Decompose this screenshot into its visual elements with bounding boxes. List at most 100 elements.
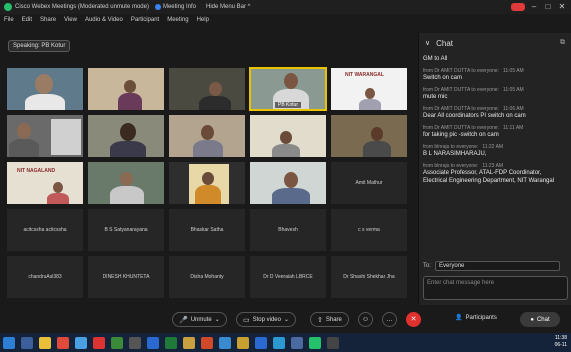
participant-tile[interactable]: B S Satyanarayana (87, 208, 165, 252)
recipient-row: To: Everyone (423, 261, 561, 271)
participant-name: Dr D Veeraiah LBRCE (263, 274, 313, 280)
title-bar: Cisco Webex Meetings (Moderated unmute m… (0, 0, 571, 14)
video-tile[interactable] (168, 67, 246, 111)
video-tile[interactable]: NIT NAGALAND (6, 161, 84, 205)
message-text: Dear All coordinators PI switch on cam (423, 113, 526, 119)
skype-icon[interactable] (273, 336, 285, 349)
hide-menu-bar-button[interactable]: Hide Menu Bar ^ (206, 4, 251, 10)
taskbar-app-icon[interactable] (21, 336, 33, 349)
participants-button[interactable]: 👤 Participants (455, 314, 497, 322)
taskbar-app-icon[interactable] (129, 336, 141, 349)
popout-icon[interactable]: ⧉ (560, 39, 565, 47)
chat-message: from Dr AMIT DUTTA to everyone: 11:05 AM … (423, 68, 568, 82)
menu-help[interactable]: Help (197, 17, 209, 23)
message-text: Switch on cam (423, 75, 463, 81)
taskbar-app-icon[interactable] (237, 336, 249, 349)
nit-nagaland-sign: NIT NAGALAND (17, 168, 56, 174)
webex-logo-icon (4, 3, 12, 11)
menu-file[interactable]: File (4, 17, 14, 23)
recipient-select[interactable]: Everyone (435, 261, 561, 271)
taskbar-app-icon[interactable] (291, 336, 303, 349)
participant-name: Bhavesh (278, 227, 298, 233)
stop-video-button[interactable]: ▭ Stop video ⌄ (236, 312, 297, 327)
participant-name: Dr Shashi Shekhar Jha (343, 274, 395, 280)
chat-title: Chat (436, 38, 454, 48)
microphone-muted-icon: 🎤 (179, 316, 188, 324)
participant-tile[interactable]: Dr D Veeraiah LBRCE (249, 255, 327, 299)
acrobat-icon[interactable] (93, 336, 105, 349)
taskbar-app-icon[interactable] (327, 336, 339, 349)
reactions-icon[interactable]: ☺ (358, 312, 373, 327)
chrome-icon[interactable] (57, 336, 69, 349)
participant-tile[interactable]: c s verma (330, 208, 408, 252)
menu-meeting[interactable]: Meeting (167, 17, 188, 23)
video-tile[interactable] (87, 161, 165, 205)
share-button[interactable]: ⇧ Share (310, 312, 349, 327)
menu-view[interactable]: View (64, 17, 77, 23)
video-tile[interactable]: NIT WARANGAL (330, 67, 408, 111)
taskbar-app-icon[interactable] (111, 336, 123, 349)
chevron-down-icon: ⌄ (283, 317, 290, 323)
menu-audio-video[interactable]: Audio & Video (85, 17, 123, 23)
video-tile[interactable] (6, 114, 84, 158)
recording-indicator-icon (511, 2, 525, 11)
menu-edit[interactable]: Edit (22, 17, 32, 23)
meeting-info-button[interactable]: Meeting Info (154, 4, 196, 10)
video-tile[interactable] (249, 161, 327, 205)
video-tile[interactable] (249, 114, 327, 158)
participant-tile[interactable]: DINESH KHUNTETA (87, 255, 165, 299)
start-icon[interactable] (3, 336, 15, 349)
participant-name: chandruAsl383 (28, 274, 62, 280)
participant-tile[interactable]: Disha Mohanty (168, 255, 246, 299)
chat-message-input[interactable]: Enter chat message here (423, 276, 568, 300)
video-tile[interactable] (87, 114, 165, 158)
participant-tile[interactable]: Bhaskar Satha (168, 208, 246, 252)
video-tile[interactable] (168, 114, 246, 158)
end-meeting-icon[interactable]: ✕ (406, 312, 421, 327)
maximize-icon[interactable]: □ (543, 2, 553, 11)
participant-tile[interactable]: Dr Shashi Shekhar Jha (330, 255, 408, 299)
menu-share[interactable]: Share (40, 17, 56, 23)
participants-icon: 👤 (455, 315, 463, 321)
video-tile-active-speaker[interactable]: PB Kotur (249, 67, 327, 111)
participant-name: acitcssha acitcssha (23, 227, 67, 233)
participant-tile[interactable]: acitcssha acitcssha (6, 208, 84, 252)
word-icon[interactable] (147, 336, 159, 349)
taskbar-app-icon[interactable] (75, 336, 87, 349)
menu-participant[interactable]: Participant (131, 17, 159, 23)
webex-taskbar-icon[interactable] (309, 336, 321, 349)
edge-icon[interactable] (255, 336, 267, 349)
chat-message: GM to All (423, 55, 568, 63)
chat-header: ∨ Chat ⧉ (419, 33, 571, 53)
speaking-indicator: Speaking: PB Kotur (8, 40, 71, 52)
video-tile[interactable] (168, 161, 246, 205)
taskbar-app-icon[interactable] (219, 336, 231, 349)
unmute-button[interactable]: 🎤 Unmute ⌄ (172, 312, 227, 327)
nit-warangal-sign: NIT WARANGAL (345, 72, 384, 78)
message-text: B L NARASIMHARAJU, (423, 151, 487, 157)
video-tile[interactable] (87, 67, 165, 111)
to-label: To: (423, 263, 432, 269)
collapse-chevron-icon[interactable]: ∨ (425, 39, 430, 47)
participant-tile[interactable]: Bhavesh (249, 208, 327, 252)
taskbar-app-icon[interactable] (183, 336, 195, 349)
chat-bubble-icon: ● (530, 316, 534, 323)
chat-button[interactable]: ● Chat (520, 312, 560, 327)
close-icon[interactable]: ✕ (557, 2, 567, 11)
chat-messages: GM to All from Dr AMIT DUTTA to everyone… (419, 55, 571, 255)
participant-name-label: PB Kotur (274, 102, 302, 108)
chat-message: from Dr AMIT DUTTA to everyone: 11:11 AM … (423, 125, 568, 139)
participant-name: DINESH KHUNTETA (102, 274, 150, 280)
video-tile[interactable] (330, 114, 408, 158)
video-tile[interactable] (6, 67, 84, 111)
minimize-icon[interactable]: – (529, 2, 539, 11)
participant-tile[interactable]: Amit Mathur (330, 161, 408, 205)
file-explorer-icon[interactable] (39, 336, 51, 349)
participant-tile[interactable]: chandruAsl383 (6, 255, 84, 299)
powerpoint-icon[interactable] (201, 336, 213, 349)
participant-name: B S Satyanarayana (104, 227, 148, 233)
excel-icon[interactable] (165, 336, 177, 349)
meeting-controls: 🎤 Unmute ⌄ ▭ Stop video ⌄ ⇧ Share ☺ … ✕ … (0, 305, 571, 333)
windows-taskbar: 11:38 06-11 (0, 333, 571, 352)
more-options-icon[interactable]: … (382, 312, 397, 327)
